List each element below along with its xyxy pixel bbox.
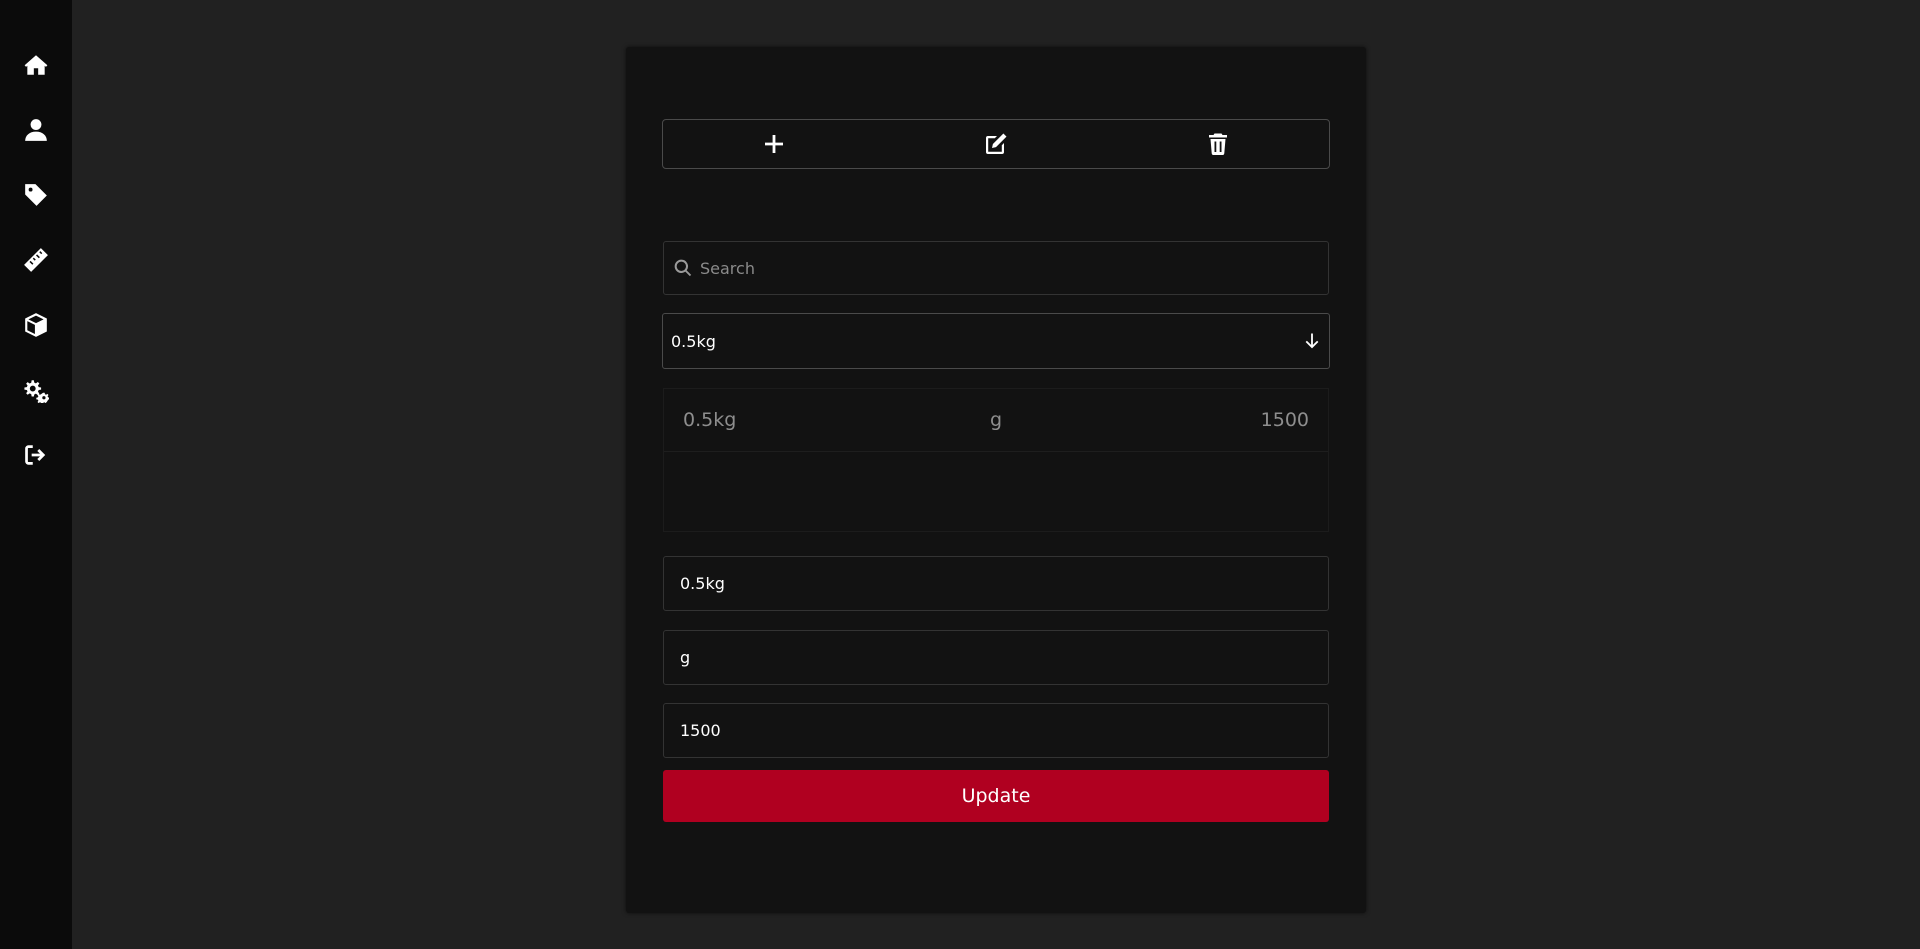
value-field[interactable] [663,703,1329,758]
action-toolbar [662,119,1330,169]
sidebar [0,0,72,949]
update-button[interactable]: Update [663,770,1329,822]
box-icon [25,313,47,337]
units-card: 0.5kg 0.5kg g 1500 Update [626,47,1366,913]
name-input[interactable] [664,557,1328,610]
cell-value: 1500 [1260,409,1310,431]
table-row[interactable]: 0.5kg g 1500 [664,389,1328,452]
name-field[interactable] [663,556,1329,611]
add-button[interactable] [663,120,885,168]
logout-icon [25,445,46,465]
edit-button[interactable] [885,120,1107,168]
gears-icon [24,380,49,403]
home-icon [24,55,48,75]
search-input[interactable] [693,242,1328,294]
edit-icon [986,133,1007,154]
nav-logout[interactable] [0,431,72,479]
nav-products[interactable] [0,301,72,349]
nav-tags[interactable] [0,171,72,219]
tag-icon [25,184,47,206]
cell-name: 0.5kg [683,409,737,431]
arrow-down-icon [1305,333,1319,349]
search-box[interactable] [663,241,1329,295]
units-table: 0.5kg g 1500 [663,388,1329,532]
unit-select[interactable]: 0.5kg [662,313,1330,369]
trash-icon [1209,133,1227,156]
user-icon [25,119,47,141]
value-input[interactable] [664,704,1328,757]
unit-input[interactable] [664,631,1328,684]
unit-select-value: 0.5kg [671,331,716,351]
nav-home[interactable] [0,41,72,89]
cell-unit: g [989,409,1003,431]
nav-user[interactable] [0,106,72,154]
ruler-icon [24,248,48,272]
delete-button[interactable] [1107,120,1329,168]
unit-field[interactable] [663,630,1329,685]
nav-units[interactable] [0,236,72,284]
search-icon [674,259,692,277]
plus-icon [765,135,783,153]
nav-settings[interactable] [0,366,72,414]
